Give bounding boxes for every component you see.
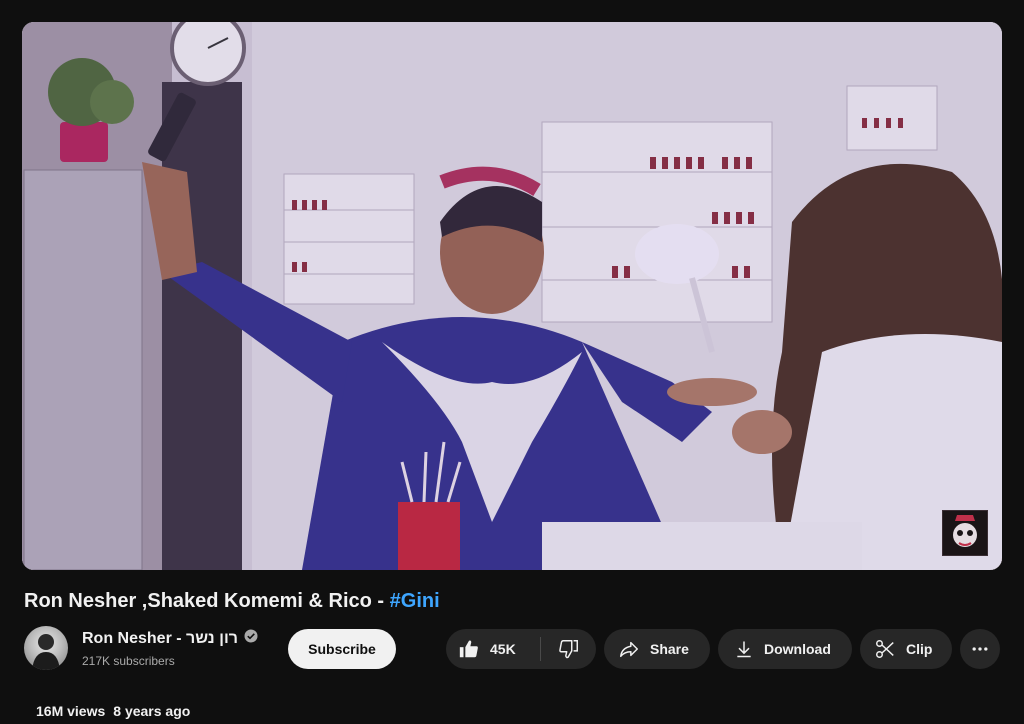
share-icon — [618, 638, 640, 660]
like-count: 45K — [490, 641, 516, 657]
share-button[interactable]: Share — [604, 629, 710, 669]
scissors-icon — [874, 638, 896, 660]
channel-watermark[interactable] — [942, 510, 988, 556]
hashtag-link[interactable]: #Gini — [390, 590, 440, 612]
video-player[interactable] — [22, 22, 1002, 570]
more-actions-button[interactable] — [960, 629, 1000, 669]
verified-icon — [244, 629, 258, 648]
view-count: 16M views — [36, 703, 106, 719]
video-frame — [22, 22, 1002, 570]
clip-button[interactable]: Clip — [860, 629, 952, 669]
more-horizontal-icon — [970, 639, 990, 659]
download-button[interactable]: Download — [718, 629, 852, 669]
watermark-logo — [953, 515, 977, 547]
dislike-button[interactable] — [541, 629, 596, 669]
upload-age: 8 years ago — [113, 703, 191, 719]
download-label: Download — [764, 641, 831, 657]
clip-label: Clip — [906, 641, 933, 657]
video-title: Ron Nesher ,Shaked Komemi & Rico - #Gini — [24, 590, 440, 613]
like-dislike-group: 45K — [446, 629, 596, 669]
like-button[interactable]: 45K — [446, 629, 540, 669]
channel-name-text[interactable]: Ron Nesher - רון נשר — [82, 630, 238, 648]
video-title-text: Ron Nesher ,Shaked Komemi & Rico - — [24, 590, 390, 612]
thumbs-down-icon — [558, 638, 580, 660]
download-icon — [734, 639, 754, 659]
subscribe-button[interactable]: Subscribe — [288, 629, 396, 669]
channel-name[interactable]: Ron Nesher - רון נשר — [82, 629, 258, 648]
subscriber-count: 217K subscribers — [82, 654, 175, 668]
avatar-image — [32, 634, 60, 670]
thumbs-up-icon — [458, 638, 480, 660]
video-meta: 16M views 8 years ago — [36, 703, 190, 719]
share-label: Share — [650, 641, 689, 657]
channel-avatar[interactable] — [24, 626, 68, 670]
